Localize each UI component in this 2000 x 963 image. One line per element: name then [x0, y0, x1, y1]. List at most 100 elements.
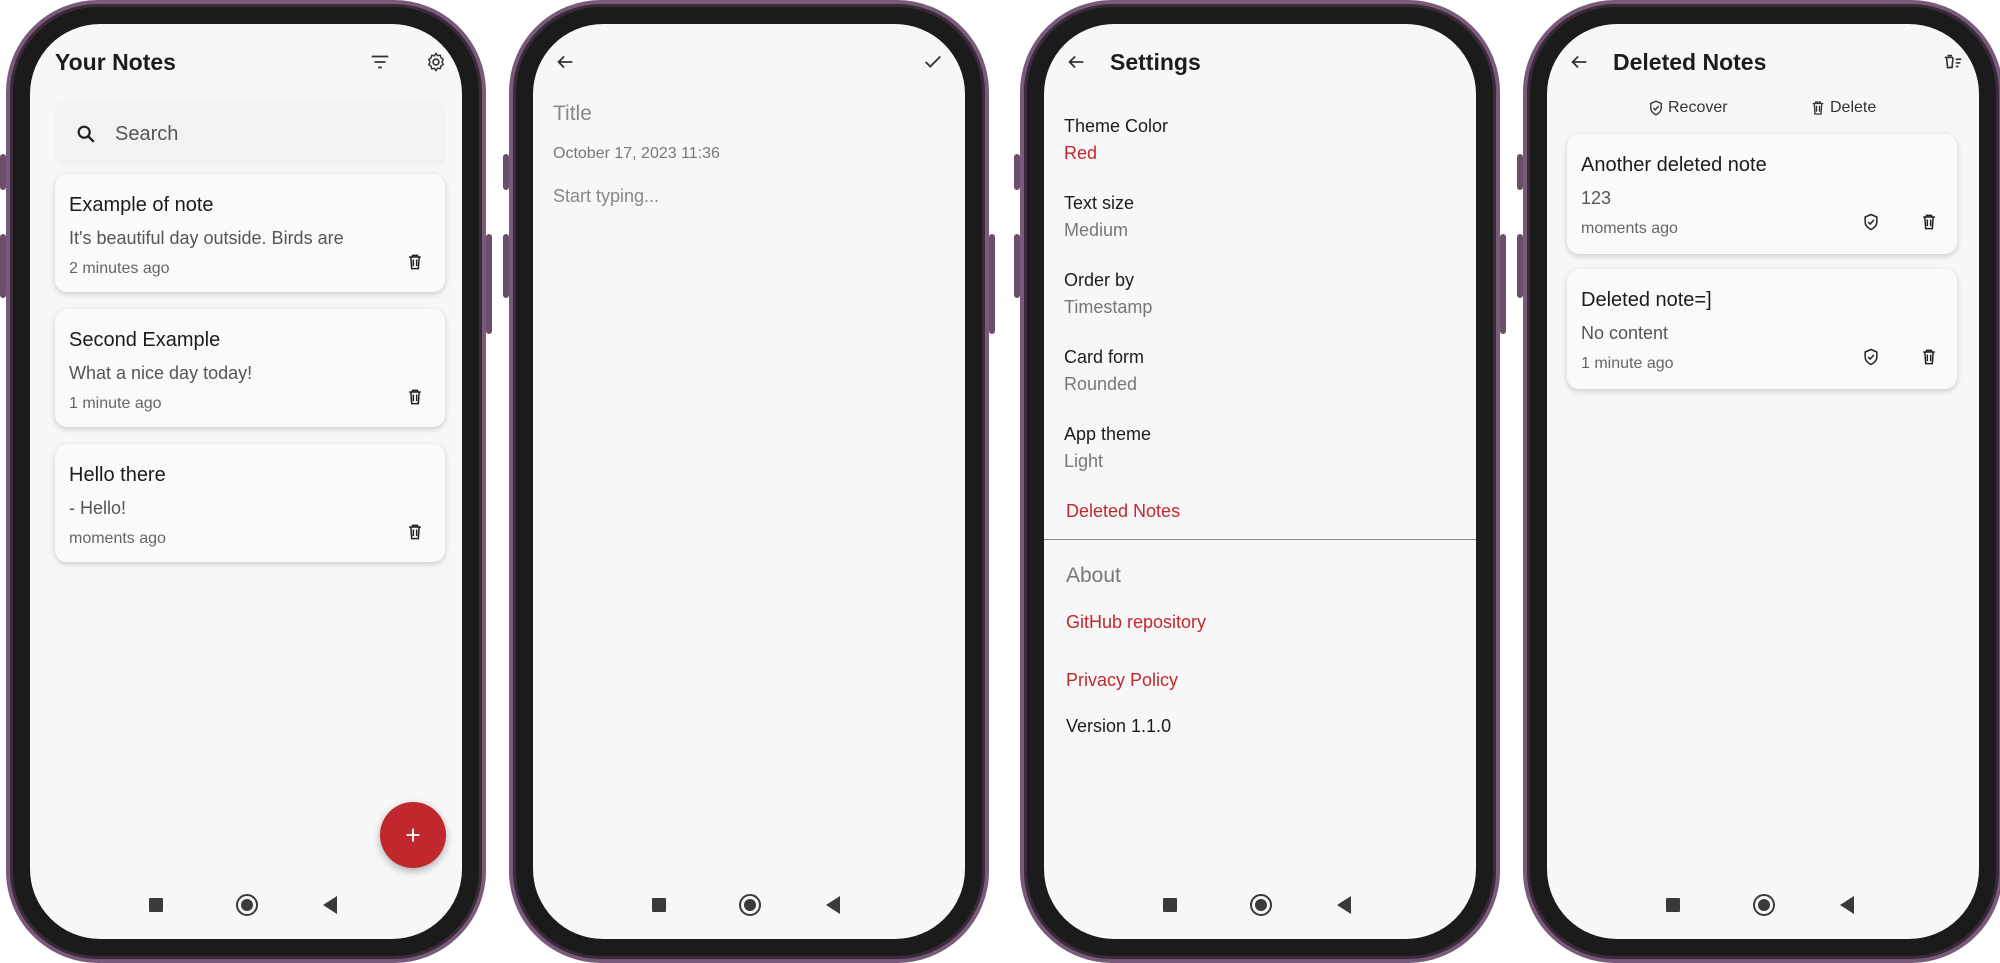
system-nav-bar — [1044, 879, 1476, 939]
delete-all-button[interactable]: Delete — [1809, 99, 1876, 117]
sort-icon — [371, 55, 389, 69]
recents-icon[interactable] — [149, 898, 163, 912]
phone-settings: Settings Theme Color Red Text size Mediu… — [1014, 0, 1506, 963]
shield-check-icon — [1864, 213, 1878, 231]
setting-app-theme[interactable]: App theme Light — [1064, 424, 1151, 472]
note-timestamp: moments ago — [1581, 220, 1678, 237]
body-field[interactable]: Start typing... — [553, 186, 659, 207]
delete-sweep-icon — [1944, 54, 1962, 69]
page-title: Deleted Notes — [1613, 49, 1767, 75]
search-icon — [77, 125, 95, 143]
title-field[interactable]: Title — [553, 102, 592, 126]
back-triangle-icon[interactable] — [323, 896, 337, 914]
arrow-left-icon — [1068, 55, 1084, 69]
setting-card-form[interactable]: Card form Rounded — [1064, 347, 1144, 395]
back-button[interactable] — [545, 42, 585, 82]
home-icon[interactable] — [236, 894, 258, 916]
home-icon[interactable] — [1753, 894, 1775, 916]
setting-value: Light — [1064, 451, 1104, 471]
setting-label: App theme — [1064, 424, 1152, 444]
setting-theme-color[interactable]: Theme Color Red — [1064, 116, 1168, 164]
arrow-left-icon — [1571, 55, 1587, 69]
delete-note-button[interactable] — [1911, 204, 1947, 240]
note-timestamp: 1 minute ago — [1581, 355, 1674, 372]
back-triangle-icon[interactable] — [1840, 896, 1854, 914]
search-bar[interactable] — [55, 101, 445, 167]
checkmark-icon — [925, 55, 941, 68]
recents-icon[interactable] — [652, 898, 666, 912]
trash-icon — [1812, 101, 1824, 115]
delete-note-button[interactable] — [397, 514, 433, 550]
note-date: October 17, 2023 11:36 — [553, 145, 720, 162]
setting-value: Medium — [1064, 220, 1129, 240]
setting-label: Card form — [1064, 347, 1145, 367]
page-title: Your Notes — [55, 49, 176, 75]
back-triangle-icon[interactable] — [826, 896, 840, 914]
recover-all-button[interactable]: Recover — [1647, 99, 1728, 117]
back-triangle-icon[interactable] — [1337, 896, 1351, 914]
shield-check-icon — [1864, 348, 1878, 366]
note-title: Hello there — [69, 464, 166, 486]
setting-value: Rounded — [1064, 374, 1138, 394]
setting-label: Text size — [1064, 193, 1135, 213]
recover-note-button[interactable] — [1853, 339, 1889, 375]
recents-icon[interactable] — [1163, 898, 1177, 912]
note-title: Example of note — [69, 194, 214, 216]
delete-label: Delete — [1830, 99, 1877, 116]
note-timestamp: 1 minute ago — [69, 395, 162, 412]
system-nav-bar — [30, 879, 462, 939]
delete-note-button[interactable] — [1911, 339, 1947, 375]
note-editor-screen: Title October 17, 2023 11:36 Start typin… — [533, 24, 965, 939]
note-card[interactable]: Hello there - Hello! moments ago — [55, 444, 445, 562]
deleted-notes-link[interactable]: Deleted Notes — [1066, 501, 1180, 522]
note-timestamp: moments ago — [69, 530, 166, 547]
phone-note-editor: Title October 17, 2023 11:36 Start typin… — [503, 0, 995, 963]
deleted-note-card[interactable]: Deleted note=] No content 1 minute ago — [1567, 269, 1957, 389]
note-body: What a nice day today! — [69, 363, 253, 383]
trash-icon — [1923, 349, 1935, 365]
shield-check-icon — [1650, 100, 1662, 116]
recover-note-button[interactable] — [1853, 204, 1889, 240]
search-input[interactable] — [115, 115, 425, 153]
settings-screen: Settings Theme Color Red Text size Mediu… — [1044, 24, 1476, 939]
setting-text-size[interactable]: Text size Medium — [1064, 193, 1134, 241]
about-heading: About — [1066, 564, 1121, 587]
gear-icon — [428, 52, 444, 72]
github-link[interactable]: GitHub repository — [1066, 612, 1206, 633]
page-title: Settings — [1110, 49, 1201, 75]
note-card[interactable]: Example of note It's beautiful day outsi… — [55, 174, 445, 292]
add-note-button[interactable]: + — [380, 802, 446, 868]
settings-button[interactable] — [416, 42, 456, 82]
home-icon[interactable] — [1250, 894, 1272, 916]
note-title: Deleted note=] — [1581, 289, 1712, 311]
divider — [1044, 539, 1476, 540]
deleted-notes-screen: Deleted Notes Recover Delete Another del… — [1547, 24, 1979, 939]
note-body: It's beautiful day outside. Birds are — [69, 228, 344, 248]
sort-button[interactable] — [360, 42, 400, 82]
note-title: Second Example — [69, 329, 221, 351]
setting-value: Timestamp — [1064, 297, 1153, 317]
delete-note-button[interactable] — [397, 379, 433, 415]
deleted-note-card[interactable]: Another deleted note 123 moments ago — [1567, 134, 1957, 254]
recover-label: Recover — [1668, 99, 1728, 116]
delete-note-button[interactable] — [397, 244, 433, 280]
back-button[interactable] — [1559, 42, 1599, 82]
note-timestamp: 2 minutes ago — [69, 260, 170, 277]
setting-label: Order by — [1064, 270, 1135, 290]
setting-value: Red — [1064, 143, 1098, 163]
trash-icon — [409, 389, 421, 405]
notes-list-screen: Your Notes Example of note It's beautifu… — [30, 24, 462, 939]
empty-trash-button[interactable] — [1933, 42, 1973, 82]
setting-order-by[interactable]: Order by Timestamp — [1064, 270, 1152, 318]
phone-deleted-notes: Deleted Notes Recover Delete Another del… — [1517, 0, 2000, 963]
back-button[interactable] — [1056, 42, 1096, 82]
recents-icon[interactable] — [1666, 898, 1680, 912]
trash-icon — [409, 254, 421, 270]
system-nav-bar — [533, 879, 965, 939]
trash-icon — [1923, 214, 1935, 230]
privacy-policy-link[interactable]: Privacy Policy — [1066, 670, 1178, 691]
home-icon[interactable] — [739, 894, 761, 916]
save-button[interactable] — [913, 42, 953, 82]
note-card[interactable]: Second Example What a nice day today! 1 … — [55, 309, 445, 427]
note-body: 123 — [1581, 188, 1612, 208]
